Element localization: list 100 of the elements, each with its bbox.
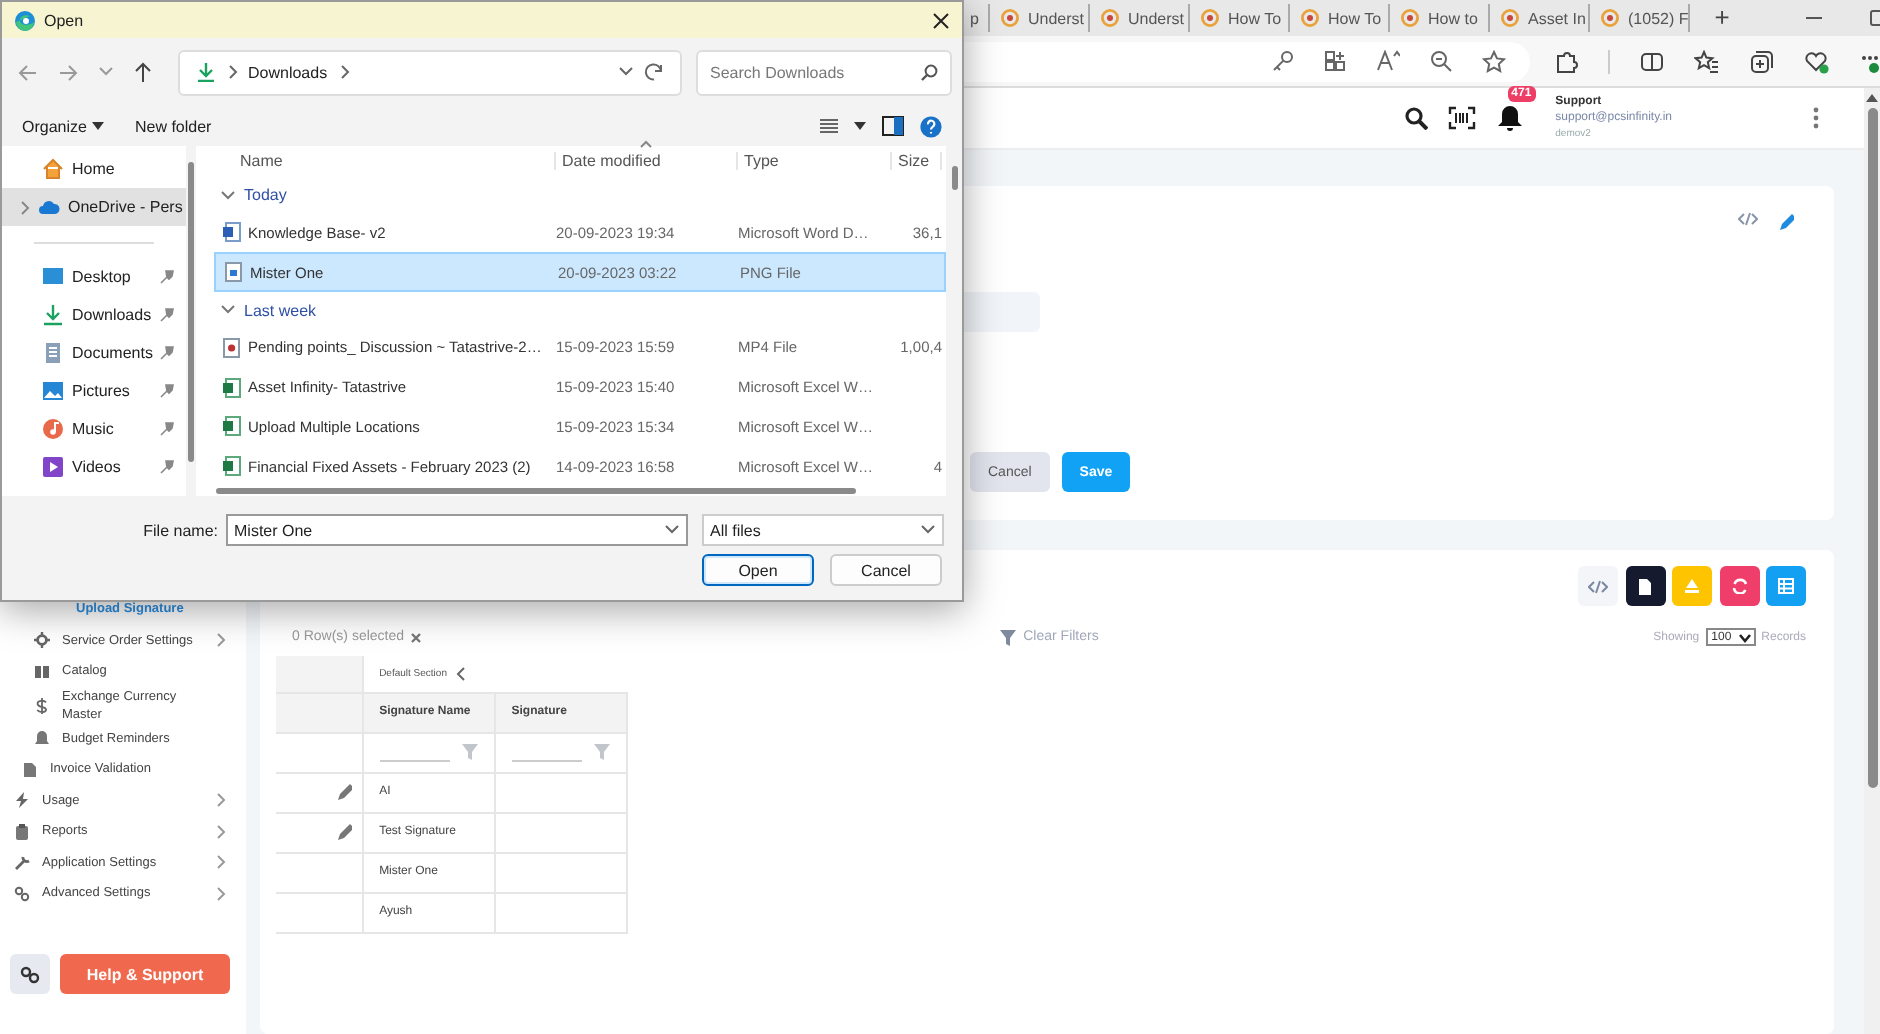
forward-arrow-icon[interactable] [58, 63, 78, 81]
list-view-icon[interactable] [820, 118, 838, 134]
nav-item[interactable]: Pictures [2, 372, 186, 410]
home-icon [42, 158, 64, 180]
column-header[interactable]: Date modified [556, 152, 738, 171]
puzzle-icon[interactable] [1554, 49, 1578, 73]
ring-icon [1000, 8, 1020, 28]
browser-tab[interactable]: Underst [990, 4, 1090, 32]
chevron-down-icon[interactable] [98, 64, 114, 80]
search-icon [920, 63, 938, 81]
scrollbar[interactable] [1864, 88, 1880, 1034]
ring-icon [1400, 8, 1420, 28]
zoom-out-icon[interactable] [1430, 50, 1452, 72]
pin-icon [160, 422, 174, 436]
read-aloud-icon[interactable] [1376, 50, 1400, 72]
chevron-down-icon[interactable] [618, 64, 634, 80]
nav-item[interactable]: Documents [2, 334, 186, 372]
excel-file-icon [222, 456, 242, 477]
caret-icon[interactable] [854, 122, 866, 130]
nav-item[interactable]: OneDrive - Pers [2, 188, 186, 226]
field-label: File name: [141, 521, 218, 539]
kebab-menu-icon[interactable] [1812, 106, 1820, 130]
gears-icon [14, 885, 30, 902]
window-title: Open [44, 11, 84, 29]
chevron-down-icon [1737, 631, 1752, 643]
chevron-right-icon [337, 64, 350, 80]
browser-tab[interactable]: Asset In [1490, 4, 1590, 32]
key-icon[interactable] [1272, 50, 1294, 72]
code-icon[interactable] [1738, 212, 1758, 226]
file-type-dropdown[interactable]: All files [702, 514, 944, 546]
pin-icon [160, 346, 175, 360]
search-field[interactable]: Search Downloads [696, 49, 952, 95]
collections-icon[interactable] [1750, 49, 1774, 73]
up-arrow-icon[interactable] [134, 62, 152, 82]
refresh-icon[interactable] [644, 62, 664, 82]
close-icon[interactable] [932, 11, 950, 29]
word-file-icon [222, 222, 242, 243]
wrench-icon [14, 854, 30, 871]
open-button[interactable]: Open [702, 554, 814, 586]
breadcrumb[interactable]: Downloads [248, 63, 328, 81]
browser-tab[interactable]: Underst [1090, 4, 1190, 32]
document-icon [22, 761, 38, 778]
chevron-right-icon [18, 199, 30, 215]
ring-icon [1200, 8, 1220, 28]
back-arrow-icon[interactable] [18, 63, 38, 81]
organize-button[interactable]: Organize [22, 117, 105, 135]
ring-icon [1600, 8, 1620, 28]
chevron-down-icon [220, 187, 236, 204]
help-icon[interactable] [920, 115, 942, 137]
gears-icon [20, 965, 40, 983]
nav-item[interactable]: Desktop [2, 258, 186, 296]
browser-tab[interactable]: How to [1390, 4, 1490, 32]
chevron-left-icon[interactable] [454, 665, 467, 682]
address-bar[interactable]: Downloads [178, 49, 682, 95]
code-icon [1588, 579, 1608, 593]
caret-icon [92, 122, 105, 130]
browser-logo-icon [14, 9, 36, 31]
preview-pane-icon[interactable] [882, 116, 904, 136]
settings-button[interactable] [10, 954, 50, 994]
split-screen-icon[interactable] [1640, 49, 1664, 73]
nav-item[interactable]: Downloads [2, 296, 186, 334]
refresh-button[interactable] [1719, 566, 1759, 606]
new-folder-button[interactable]: New folder [134, 117, 212, 135]
excel-file-icon [222, 377, 242, 398]
heart-icon[interactable] [1804, 49, 1830, 73]
desktop-icon [42, 266, 64, 288]
excel-file-icon [222, 416, 242, 437]
nav-item[interactable]: Music [2, 410, 186, 448]
pin-icon [160, 308, 174, 322]
star-icon[interactable] [1482, 49, 1506, 73]
ring-icon [1100, 8, 1120, 28]
barcode-scan-icon[interactable] [1447, 106, 1476, 130]
app-grid-icon[interactable] [1324, 50, 1346, 72]
new-tab-button[interactable]: + [1702, 4, 1742, 32]
column-header[interactable]: Type [738, 152, 892, 171]
book-icon [34, 663, 50, 680]
bell-icon[interactable] [1495, 104, 1524, 132]
browser-tab[interactable]: How To [1190, 4, 1290, 32]
column-header[interactable]: Name [214, 152, 556, 171]
nav-item[interactable]: Home [2, 150, 186, 188]
column-header[interactable]: Size [892, 152, 942, 171]
chevron-down-icon [220, 302, 236, 319]
bolt-icon [14, 792, 30, 809]
browser-tab[interactable]: How To [1290, 4, 1390, 32]
cancel-button[interactable]: Cancel [830, 554, 942, 586]
group-header[interactable]: Last week [214, 292, 946, 328]
download-icon [196, 62, 216, 82]
document-button[interactable] [1625, 566, 1665, 606]
nav-item[interactable]: Videos [2, 448, 186, 486]
browser-tab[interactable]: (1052) F [1590, 4, 1690, 32]
table-button[interactable] [1766, 566, 1806, 606]
document-icon [1638, 577, 1652, 595]
upload-icon [1684, 578, 1700, 594]
group-header[interactable]: Today [214, 177, 946, 214]
browser-tab[interactable]: p [966, 4, 990, 32]
clipboard-icon [14, 823, 30, 840]
search-icon[interactable] [1403, 106, 1428, 130]
favorites-icon[interactable] [1694, 49, 1720, 73]
pencil-icon[interactable] [1778, 212, 1794, 232]
file-name-field[interactable]: Mister One [226, 514, 688, 546]
